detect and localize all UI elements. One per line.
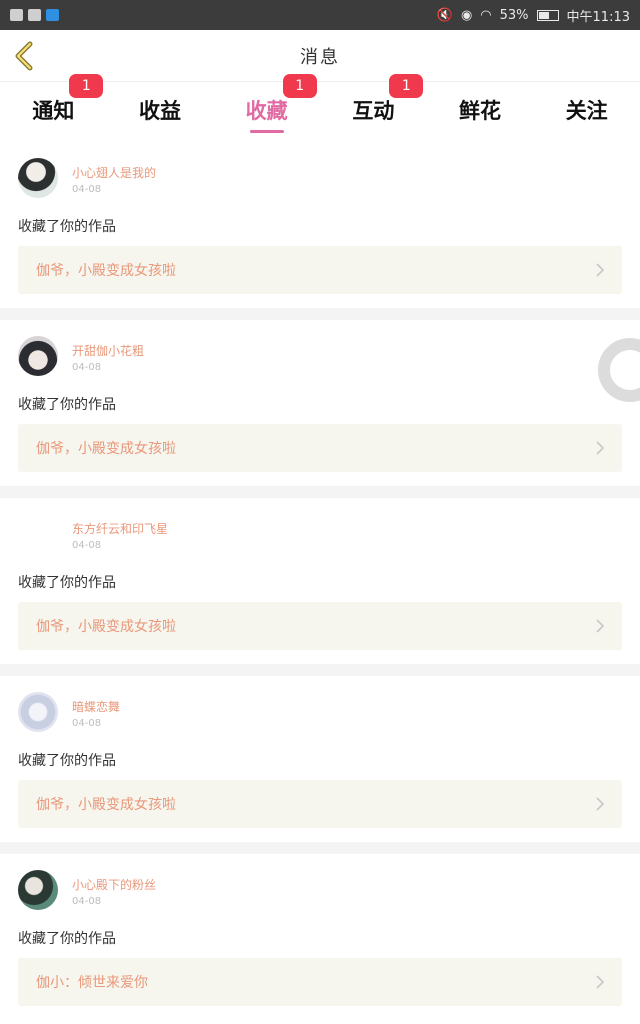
work-link-card[interactable]: 伽爷，小殿变成女孩啦 [18,246,622,294]
username[interactable]: 小心殿下的粉丝 [72,876,156,893]
avatar[interactable] [18,870,58,910]
timestamp: 04-08 [72,362,102,373]
divider [0,664,640,676]
username[interactable]: 小心翅人是我的 [72,164,156,181]
back-button[interactable] [10,40,38,72]
list-item: 东方纤云和印飞星 04-08 收藏了你的作品 伽爷，小殿变成女孩啦 [0,498,640,664]
avatar[interactable] [18,158,58,198]
list-item: 小心翅人是我的 04-08 收藏了你的作品 伽爷，小殿变成女孩啦 [0,142,640,308]
chevron-right-icon [596,975,605,989]
username[interactable]: 暗蝶恋舞 [72,698,120,715]
action-text: 收藏了你的作品 [18,753,116,769]
username[interactable]: 东方纤云和印飞星 [72,520,168,537]
tab-label: 互动 [352,99,395,123]
tab-label: 通知 [32,99,75,123]
timestamp: 04-08 [72,184,102,195]
work-link-card[interactable]: 伽爷，小殿变成女孩啦 [18,780,622,828]
timestamp: 04-08 [72,540,102,551]
tab-label: 收益 [139,99,181,123]
chevron-right-icon [596,263,605,277]
avatar[interactable] [18,692,58,732]
app-notification-icon [10,9,23,21]
clock: 中午11:13 [566,9,630,25]
action-text: 收藏了你的作品 [18,931,116,947]
list-item: 开甜伽小花粗 04-08 收藏了你的作品 伽爷，小殿变成女孩啦 [0,320,640,486]
status-bar: 🔇 ◉ ◠ 53% 中午11:13 [0,0,640,30]
divider [0,842,640,854]
tab-interactions[interactable]: 互动 1 [320,74,427,138]
work-link-card[interactable]: 伽爷，小殿变成女孩啦 [18,424,622,472]
work-link-card[interactable]: 伽爷，小殿变成女孩啦 [18,602,622,650]
divider [0,308,640,320]
app-notification-icon [46,9,59,21]
work-title: 伽爷，小殿变成女孩啦 [36,797,176,813]
app-notification-icon [28,9,41,21]
work-title: 伽爷，小殿变成女孩啦 [36,441,176,457]
tab-label: 关注 [565,99,608,123]
tab-bar: 通知 1 收益 收藏 1 互动 1 鲜花 关注 [0,74,640,138]
action-text: 收藏了你的作品 [18,219,116,235]
avatar[interactable] [18,514,58,554]
notification-icons [10,9,59,21]
divider [0,486,640,498]
chevron-right-icon [596,797,605,811]
battery-percent: 53% [499,7,529,23]
tab-flowers[interactable]: 鲜花 [427,82,534,138]
work-title: 伽小：倾世来爱你 [36,975,148,991]
action-text: 收藏了你的作品 [18,575,116,591]
list-item: 暗蝶恋舞 04-08 收藏了你的作品 伽爷，小殿变成女孩啦 [0,676,640,842]
tab-badge: 1 [389,74,424,98]
tab-label: 收藏 [245,99,288,123]
list-item: 小心殿下的粉丝 04-08 收藏了你的作品 伽小：倾世来爱你 [0,854,640,1020]
eye-icon: ◉ [460,7,473,23]
message-feed: 小心翅人是我的 04-08 收藏了你的作品 伽爷，小殿变成女孩啦 开甜伽小花粗 … [0,142,640,1020]
work-title: 伽爷，小殿变成女孩啦 [36,263,176,279]
active-tab-indicator [249,130,284,133]
action-text: 收藏了你的作品 [18,397,116,413]
chevron-right-icon [596,441,605,455]
timestamp: 04-08 [72,718,102,729]
timestamp: 04-08 [72,896,102,907]
wifi-icon: ◠ [480,7,492,23]
tab-follows[interactable]: 关注 [533,82,640,138]
chevron-right-icon [596,619,605,633]
tab-favorites[interactable]: 收藏 1 [213,74,320,138]
page-title: 消息 [300,46,340,68]
work-link-card[interactable]: 伽小：倾世来爱你 [18,958,622,1006]
tab-badge: 1 [69,74,104,98]
tab-badge: 1 [282,74,317,98]
mute-icon: 🔇 [436,7,453,23]
avatar[interactable] [18,336,58,376]
tab-earnings[interactable]: 收益 [107,82,214,138]
username[interactable]: 开甜伽小花粗 [72,342,144,359]
tab-notifications[interactable]: 通知 1 [0,74,107,138]
chevron-left-icon [15,41,33,71]
tab-label: 鲜花 [459,99,502,123]
battery-icon [536,9,559,21]
work-title: 伽爷，小殿变成女孩啦 [36,619,176,635]
